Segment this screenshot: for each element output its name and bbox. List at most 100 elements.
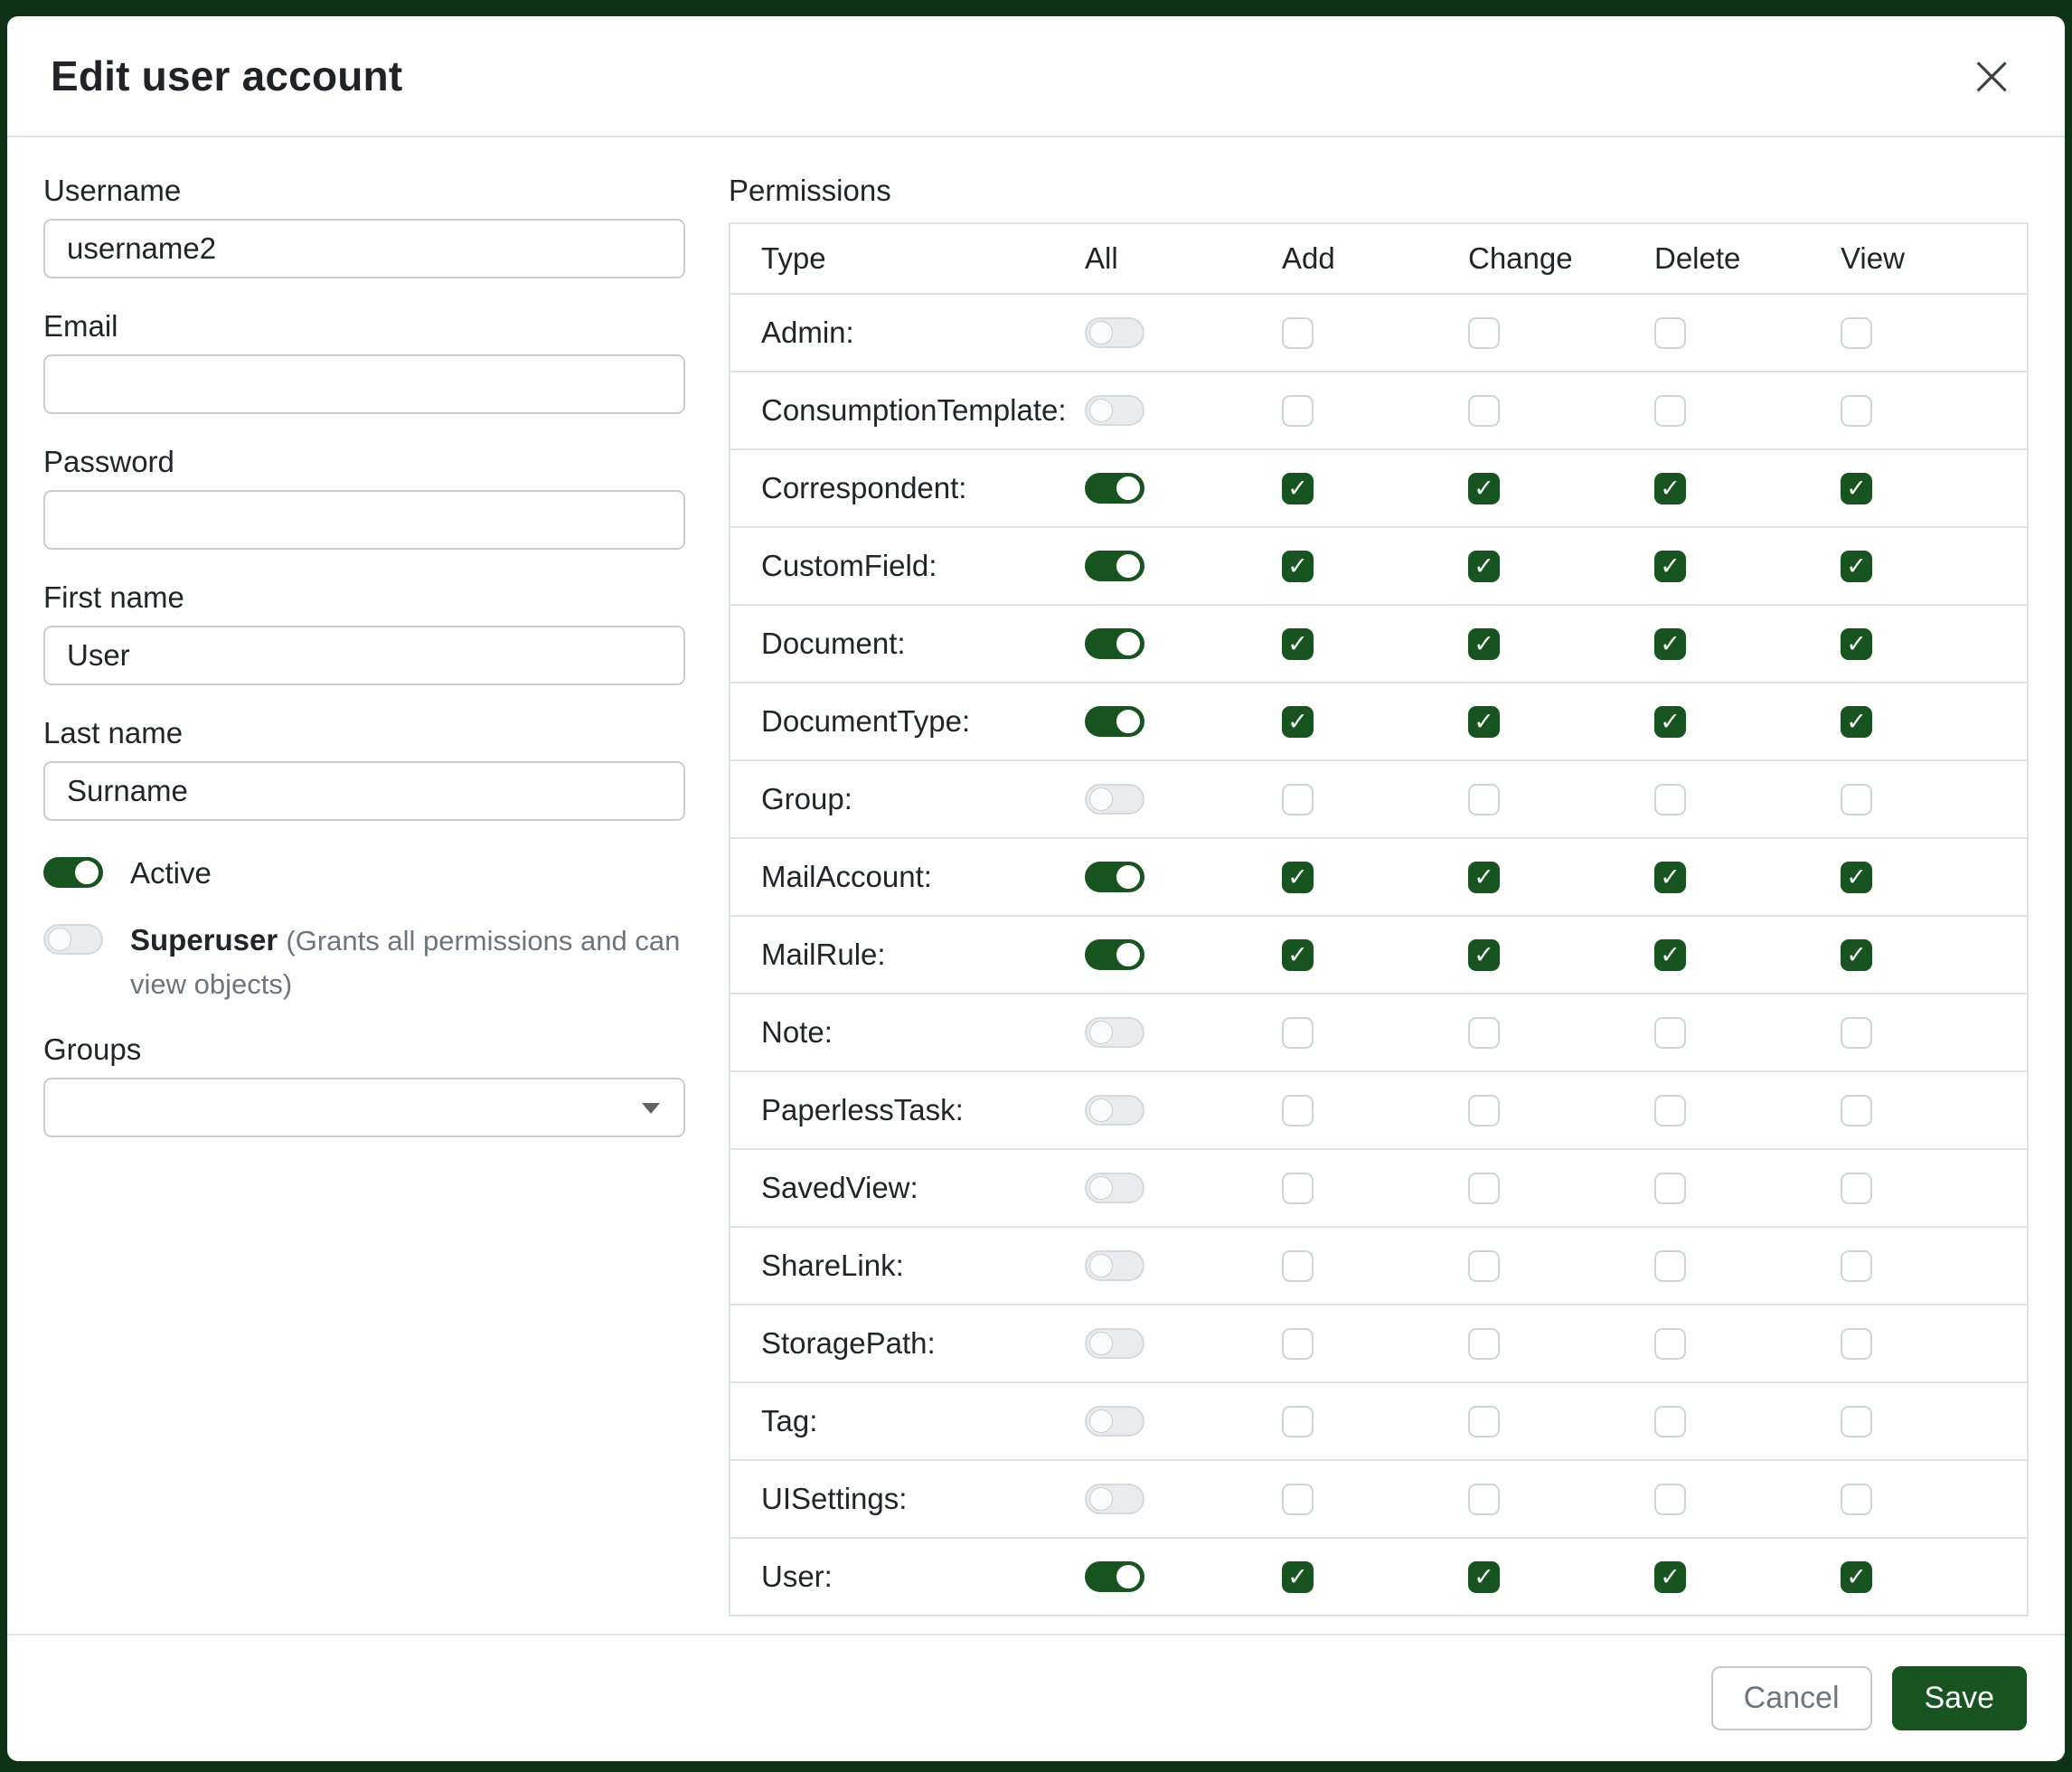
- permission-delete-checkbox[interactable]: ✓: [1654, 1561, 1686, 1593]
- permission-add-checkbox[interactable]: ✓: [1282, 628, 1314, 660]
- permission-view-checkbox[interactable]: [1841, 1328, 1872, 1360]
- permission-change-checkbox[interactable]: [1468, 317, 1500, 349]
- permission-view-checkbox[interactable]: [1841, 1173, 1872, 1204]
- permission-view-checkbox[interactable]: ✓: [1841, 939, 1872, 971]
- permission-change-checkbox[interactable]: [1468, 784, 1500, 815]
- permission-change-checkbox[interactable]: ✓: [1468, 1561, 1500, 1593]
- permission-view-checkbox[interactable]: [1841, 784, 1872, 815]
- permission-delete-checkbox[interactable]: [1654, 1173, 1686, 1204]
- permission-add-checkbox[interactable]: ✓: [1282, 939, 1314, 971]
- permission-delete-checkbox[interactable]: [1654, 1017, 1686, 1049]
- permission-change-checkbox[interactable]: ✓: [1468, 862, 1500, 893]
- permission-all-toggle[interactable]: [1085, 706, 1144, 737]
- permission-add-checkbox[interactable]: [1282, 1484, 1314, 1515]
- permission-view-checkbox[interactable]: [1841, 395, 1872, 427]
- permission-change-checkbox[interactable]: [1468, 1328, 1500, 1360]
- permission-delete-checkbox[interactable]: [1654, 784, 1686, 815]
- permission-delete-checkbox[interactable]: [1654, 1406, 1686, 1437]
- username-input[interactable]: [43, 219, 685, 278]
- permission-delete-checkbox[interactable]: ✓: [1654, 473, 1686, 504]
- permission-all-toggle[interactable]: [1085, 784, 1144, 815]
- permission-add-checkbox[interactable]: ✓: [1282, 862, 1314, 893]
- permission-add-checkbox[interactable]: [1282, 1328, 1314, 1360]
- permission-change-checkbox[interactable]: ✓: [1468, 706, 1500, 738]
- permission-all-toggle[interactable]: [1085, 939, 1144, 970]
- permission-delete-checkbox[interactable]: [1654, 1095, 1686, 1126]
- permission-view-checkbox[interactable]: [1841, 1095, 1872, 1126]
- active-label: Active: [130, 856, 212, 890]
- permission-all-toggle[interactable]: [1085, 1406, 1144, 1437]
- groups-select[interactable]: [43, 1078, 685, 1137]
- superuser-toggle[interactable]: [43, 924, 103, 955]
- permission-add-checkbox[interactable]: [1282, 1173, 1314, 1204]
- email-input[interactable]: [43, 354, 685, 414]
- permission-add-checkbox[interactable]: [1282, 1017, 1314, 1049]
- permission-view-checkbox[interactable]: ✓: [1841, 706, 1872, 738]
- permission-delete-checkbox[interactable]: ✓: [1654, 551, 1686, 582]
- permission-change-checkbox[interactable]: ✓: [1468, 628, 1500, 660]
- last-name-input[interactable]: [43, 761, 685, 821]
- permission-add-checkbox[interactable]: [1282, 1095, 1314, 1126]
- permission-all-toggle[interactable]: [1085, 1561, 1144, 1592]
- permission-view-checkbox[interactable]: [1841, 1484, 1872, 1515]
- permission-delete-checkbox[interactable]: ✓: [1654, 939, 1686, 971]
- permission-all-toggle[interactable]: [1085, 1250, 1144, 1281]
- permission-add-checkbox[interactable]: [1282, 1250, 1314, 1282]
- permission-add-checkbox[interactable]: ✓: [1282, 473, 1314, 504]
- save-button[interactable]: Save: [1892, 1666, 2028, 1730]
- permission-view-checkbox[interactable]: [1841, 317, 1872, 349]
- permission-add-checkbox[interactable]: ✓: [1282, 551, 1314, 582]
- permission-add-checkbox[interactable]: ✓: [1282, 706, 1314, 738]
- permission-delete-checkbox[interactable]: ✓: [1654, 706, 1686, 738]
- permission-add-cell: [1282, 1017, 1468, 1049]
- permission-change-checkbox[interactable]: ✓: [1468, 939, 1500, 971]
- permission-change-checkbox[interactable]: ✓: [1468, 473, 1500, 504]
- permission-add-checkbox[interactable]: [1282, 784, 1314, 815]
- permission-change-checkbox[interactable]: [1468, 1017, 1500, 1049]
- permission-delete-checkbox[interactable]: ✓: [1654, 862, 1686, 893]
- permission-delete-checkbox[interactable]: [1654, 1250, 1686, 1282]
- permission-all-toggle[interactable]: [1085, 551, 1144, 581]
- active-toggle[interactable]: [43, 857, 103, 888]
- permission-change-checkbox[interactable]: [1468, 1173, 1500, 1204]
- permission-all-toggle[interactable]: [1085, 862, 1144, 892]
- permission-all-toggle[interactable]: [1085, 317, 1144, 348]
- permission-all-toggle[interactable]: [1085, 1484, 1144, 1514]
- cancel-button[interactable]: Cancel: [1711, 1666, 1872, 1730]
- permission-view-checkbox[interactable]: [1841, 1406, 1872, 1437]
- password-input[interactable]: [43, 490, 685, 550]
- permission-change-checkbox[interactable]: [1468, 1406, 1500, 1437]
- permission-all-toggle[interactable]: [1085, 1173, 1144, 1203]
- permission-all-toggle[interactable]: [1085, 628, 1144, 659]
- permission-view-checkbox[interactable]: ✓: [1841, 551, 1872, 582]
- permission-add-checkbox[interactable]: ✓: [1282, 1561, 1314, 1593]
- permission-delete-checkbox[interactable]: [1654, 1328, 1686, 1360]
- permission-delete-checkbox[interactable]: [1654, 395, 1686, 427]
- permission-add-checkbox[interactable]: [1282, 1406, 1314, 1437]
- permission-delete-checkbox[interactable]: ✓: [1654, 628, 1686, 660]
- user-form: Username Email Password First name Last …: [43, 174, 685, 1634]
- permission-change-checkbox[interactable]: [1468, 1484, 1500, 1515]
- close-icon[interactable]: ×: [1962, 47, 2021, 105]
- permission-change-checkbox[interactable]: [1468, 395, 1500, 427]
- permission-all-toggle[interactable]: [1085, 395, 1144, 426]
- permission-delete-checkbox[interactable]: [1654, 1484, 1686, 1515]
- permission-view-checkbox[interactable]: [1841, 1017, 1872, 1049]
- permission-view-checkbox[interactable]: ✓: [1841, 628, 1872, 660]
- permission-all-toggle[interactable]: [1085, 1095, 1144, 1126]
- permission-all-toggle[interactable]: [1085, 1328, 1144, 1359]
- permission-delete-checkbox[interactable]: [1654, 317, 1686, 349]
- permission-view-checkbox[interactable]: [1841, 1250, 1872, 1282]
- permission-view-checkbox[interactable]: ✓: [1841, 862, 1872, 893]
- permission-all-toggle[interactable]: [1085, 473, 1144, 504]
- permission-all-toggle[interactable]: [1085, 1017, 1144, 1048]
- permission-view-checkbox[interactable]: ✓: [1841, 1561, 1872, 1593]
- first-name-input[interactable]: [43, 626, 685, 685]
- permission-change-checkbox[interactable]: ✓: [1468, 551, 1500, 582]
- permission-change-checkbox[interactable]: [1468, 1095, 1500, 1126]
- permission-delete-cell: ✓: [1654, 473, 1841, 504]
- permission-add-checkbox[interactable]: [1282, 317, 1314, 349]
- permission-add-checkbox[interactable]: [1282, 395, 1314, 427]
- permission-change-checkbox[interactable]: [1468, 1250, 1500, 1282]
- permission-view-checkbox[interactable]: ✓: [1841, 473, 1872, 504]
